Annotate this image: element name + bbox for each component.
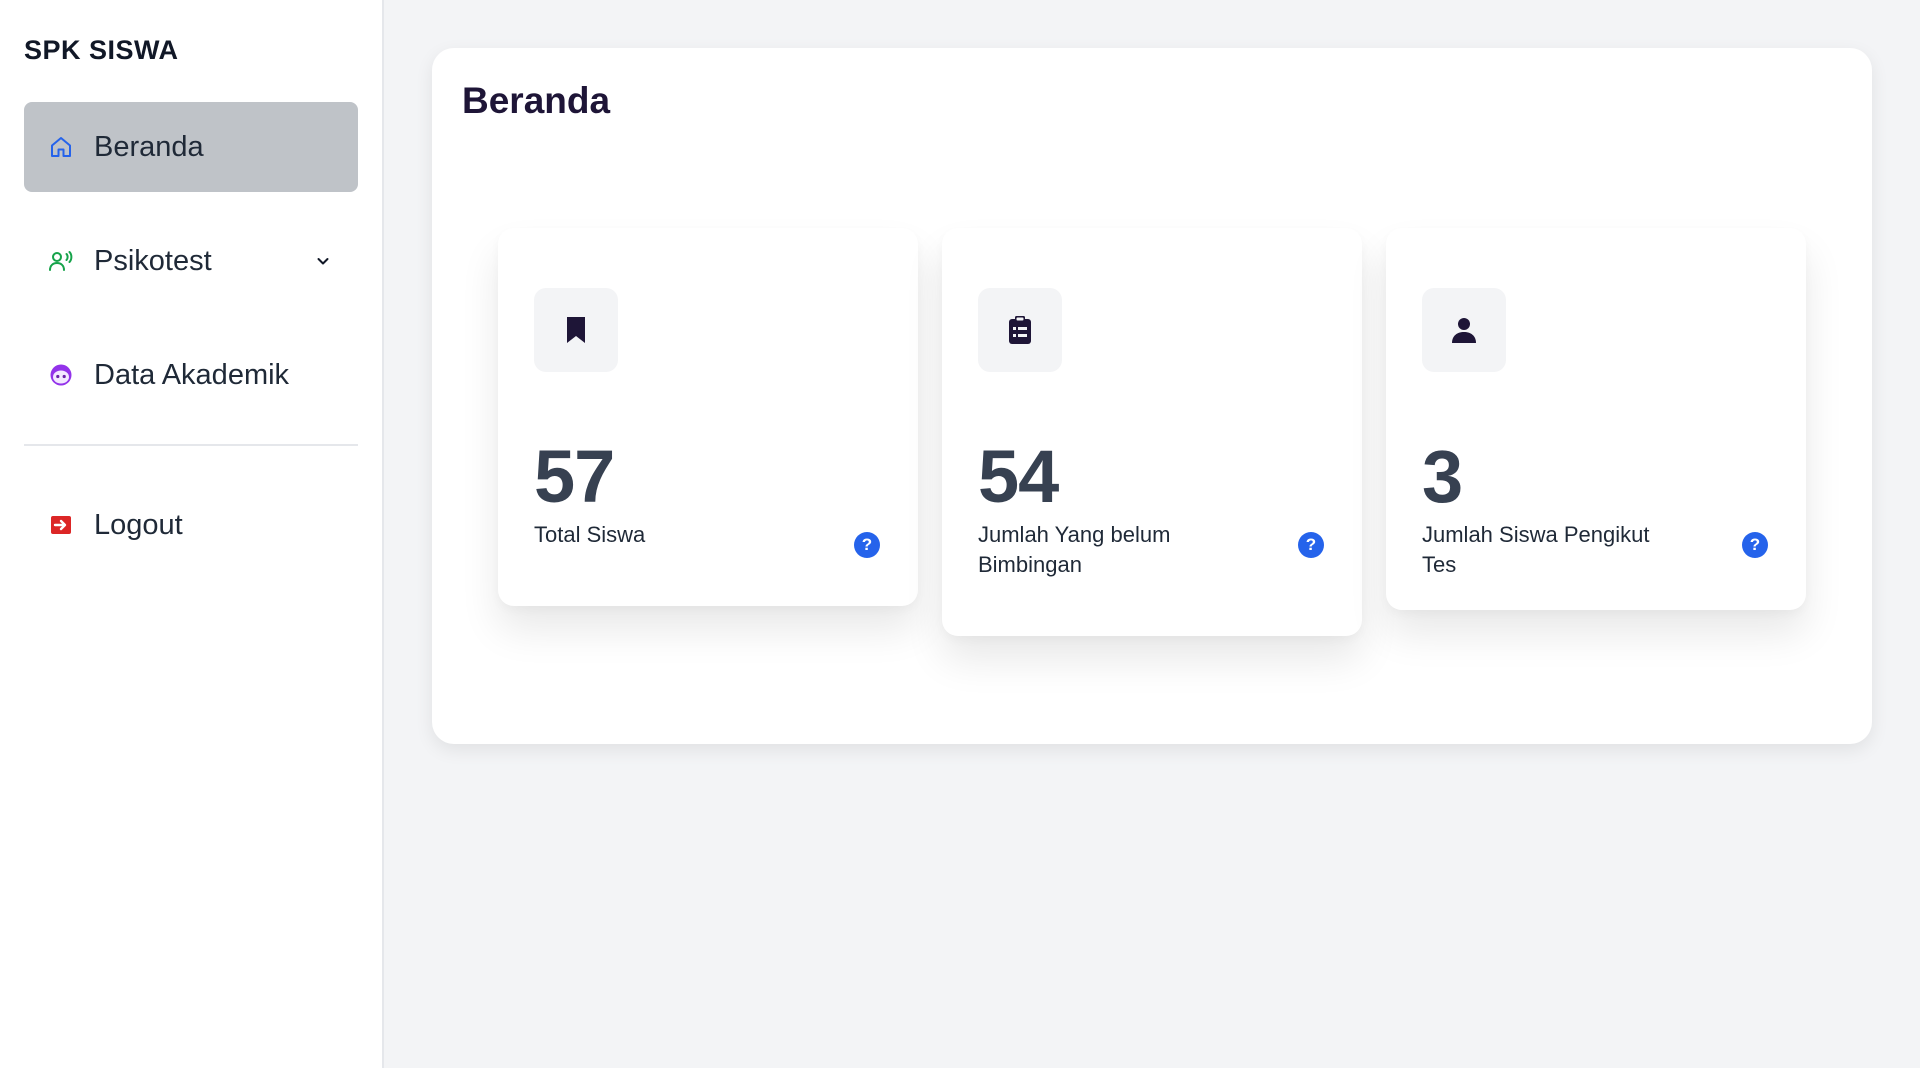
clipboard-list-icon: [978, 288, 1062, 372]
app-root: SPK SISWA Beranda Psikotest Data Akademi…: [0, 0, 1920, 1068]
brand-title: SPK SISWA: [24, 34, 179, 65]
sidebar-item-beranda[interactable]: Beranda: [24, 102, 358, 192]
dashboard-panel: Beranda 57 Total Siswa ? 54 Jumlah Yang …: [432, 48, 1872, 744]
user-voice-icon: [48, 248, 74, 274]
page-title: Beranda: [462, 80, 611, 121]
sidebar-item-label: Beranda: [94, 130, 204, 163]
sidebar-item-label: Data Akademik: [94, 358, 290, 391]
stat-card-total-siswa: 57 Total Siswa ?: [498, 228, 918, 606]
sidebar-divider: [24, 444, 358, 446]
logout-icon: [48, 512, 74, 538]
stats-cards: 57 Total Siswa ? 54 Jumlah Yang belum Bi…: [498, 228, 1806, 636]
stat-value: 57: [534, 435, 615, 518]
help-icon[interactable]: ?: [854, 532, 880, 558]
stat-value: 3: [1422, 435, 1463, 518]
chevron-down-icon[interactable]: [314, 252, 332, 270]
main-content: Beranda 57 Total Siswa ? 54 Jumlah Yang …: [384, 0, 1920, 1068]
stat-label: Total Siswa: [534, 522, 646, 547]
bookmark-icon: [534, 288, 618, 372]
help-icon[interactable]: ?: [1298, 532, 1324, 558]
home-icon: [48, 134, 74, 160]
stat-label: Jumlah Yang belum Bimbingan: [978, 522, 1171, 577]
logout-label: Logout: [94, 508, 183, 541]
sidebar-item-data-akademik[interactable]: Data Akademik: [24, 330, 358, 420]
face-icon: [48, 362, 74, 388]
stat-card-pengikut-tes: 3 Jumlah Siswa Pengikut Tes ?: [1386, 228, 1806, 610]
user-icon: [1422, 288, 1506, 372]
sidebar: SPK SISWA Beranda Psikotest Data Akademi…: [0, 0, 384, 1068]
sidebar-item-label: Psikotest: [94, 244, 212, 277]
stat-label: Jumlah Siswa Pengikut Tes: [1422, 522, 1650, 577]
sidebar-item-psikotest[interactable]: Psikotest: [24, 216, 358, 306]
help-icon[interactable]: ?: [1742, 532, 1768, 558]
stat-card-belum-bimbingan: 54 Jumlah Yang belum Bimbingan ?: [942, 228, 1362, 636]
stat-value: 54: [978, 435, 1059, 518]
logout-button[interactable]: Logout: [24, 480, 358, 570]
